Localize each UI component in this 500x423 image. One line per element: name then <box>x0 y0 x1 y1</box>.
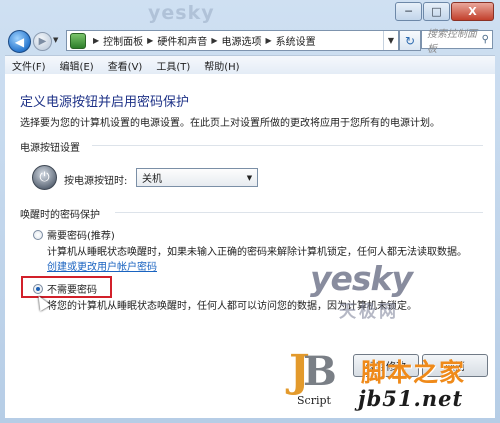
option-require-password-label[interactable]: 需要密码(推荐) <box>47 227 115 242</box>
breadcrumb-control-panel[interactable]: 控制面板 <box>103 33 143 48</box>
maximize-button[interactable]: □ <box>423 2 450 21</box>
minimize-button[interactable]: ─ <box>395 2 422 21</box>
recent-pages-dropdown-icon[interactable]: ▼ <box>53 36 58 44</box>
back-button[interactable]: ◀ <box>8 30 31 53</box>
option-require-password-desc: 计算机从睡眠状态唤醒时，如果未输入正确的密码来解除计算机锁定，任何人都无法读取数… <box>47 247 467 258</box>
search-placeholder: 搜索控制面板 <box>427 28 477 55</box>
breadcrumb-system-settings[interactable]: 系统设置 <box>276 33 316 48</box>
create-password-link[interactable]: 创建或更改用户帐户密码 <box>47 258 157 273</box>
power-section-title: 电源按钮设置 <box>20 143 80 154</box>
chevron-down-icon[interactable]: ▼ <box>242 174 257 182</box>
page-title: 定义电源按钮并启用密码保护 <box>20 95 190 110</box>
window-frame: yesky ─ □ X ◀ ▶ ▼ ▶ 控制面板 ▶ 硬件和声音 ▶ 电源选项 … <box>0 0 500 423</box>
divider <box>92 145 483 146</box>
address-bar[interactable]: ▶ 控制面板 ▶ 硬件和声音 ▶ 电源选项 ▶ 系统设置 ▼ <box>66 30 399 51</box>
radio-require-password[interactable] <box>33 230 43 240</box>
site-url-watermark: jb51.net <box>358 386 464 411</box>
yesky-cn-watermark: 天极网 <box>339 302 399 322</box>
yesky-watermark: yesky <box>310 259 413 298</box>
menu-view[interactable]: 查看(V) <box>101 58 150 73</box>
menu-file[interactable]: 文件(F) <box>5 58 53 73</box>
refresh-button[interactable]: ↻ <box>399 30 421 51</box>
highlight-box <box>21 276 112 298</box>
top-watermark: yesky <box>148 2 215 24</box>
menu-edit[interactable]: 编辑(E) <box>53 58 101 73</box>
search-icon[interactable]: ⚲ <box>482 34 489 45</box>
chevron-right-icon[interactable]: ▶ <box>211 36 217 45</box>
site-name-watermark: 脚本之家 <box>361 358 466 387</box>
title-bar: yesky ─ □ X <box>0 0 500 26</box>
chevron-right-icon[interactable]: ▶ <box>265 36 271 45</box>
menu-help[interactable]: 帮助(H) <box>197 58 246 73</box>
jb51-logo-icon: JB <box>289 346 337 397</box>
search-input[interactable]: 搜索控制面板 ⚲ <box>421 29 493 55</box>
menu-tools[interactable]: 工具(T) <box>149 58 197 73</box>
jb51-script-text: Script <box>297 394 331 407</box>
wake-section-title: 唤醒时的密码保护 <box>20 210 100 221</box>
breadcrumb-power-options[interactable]: 电源选项 <box>221 33 261 48</box>
window-controls: ─ □ X <box>395 2 494 21</box>
chevron-right-icon[interactable]: ▶ <box>93 36 99 45</box>
control-panel-icon <box>70 32 86 49</box>
menu-bar: 文件(F) 编辑(E) 查看(V) 工具(T) 帮助(H) <box>5 55 495 75</box>
close-button[interactable]: X <box>451 2 494 21</box>
page-description: 选择要为您的计算机设置的电源设置。在此页上对设置所做的更改将应用于您所有的电源计… <box>20 118 440 129</box>
power-icon: ⏻ <box>32 165 57 190</box>
power-button-action-select[interactable]: 关机 ▼ <box>136 168 258 187</box>
navigation-bar: ◀ ▶ ▼ ▶ 控制面板 ▶ 硬件和声音 ▶ 电源选项 ▶ 系统设置 ▼ ↻ 搜… <box>0 27 500 55</box>
select-value: 关机 <box>142 174 162 185</box>
divider <box>115 212 483 213</box>
breadcrumb-hardware-sound[interactable]: 硬件和声音 <box>157 33 207 48</box>
forward-button[interactable]: ▶ <box>33 32 52 51</box>
chevron-right-icon[interactable]: ▶ <box>147 36 153 45</box>
address-dropdown-icon[interactable]: ▼ <box>383 31 398 50</box>
power-button-label: 按电源按钮时: <box>64 176 128 187</box>
